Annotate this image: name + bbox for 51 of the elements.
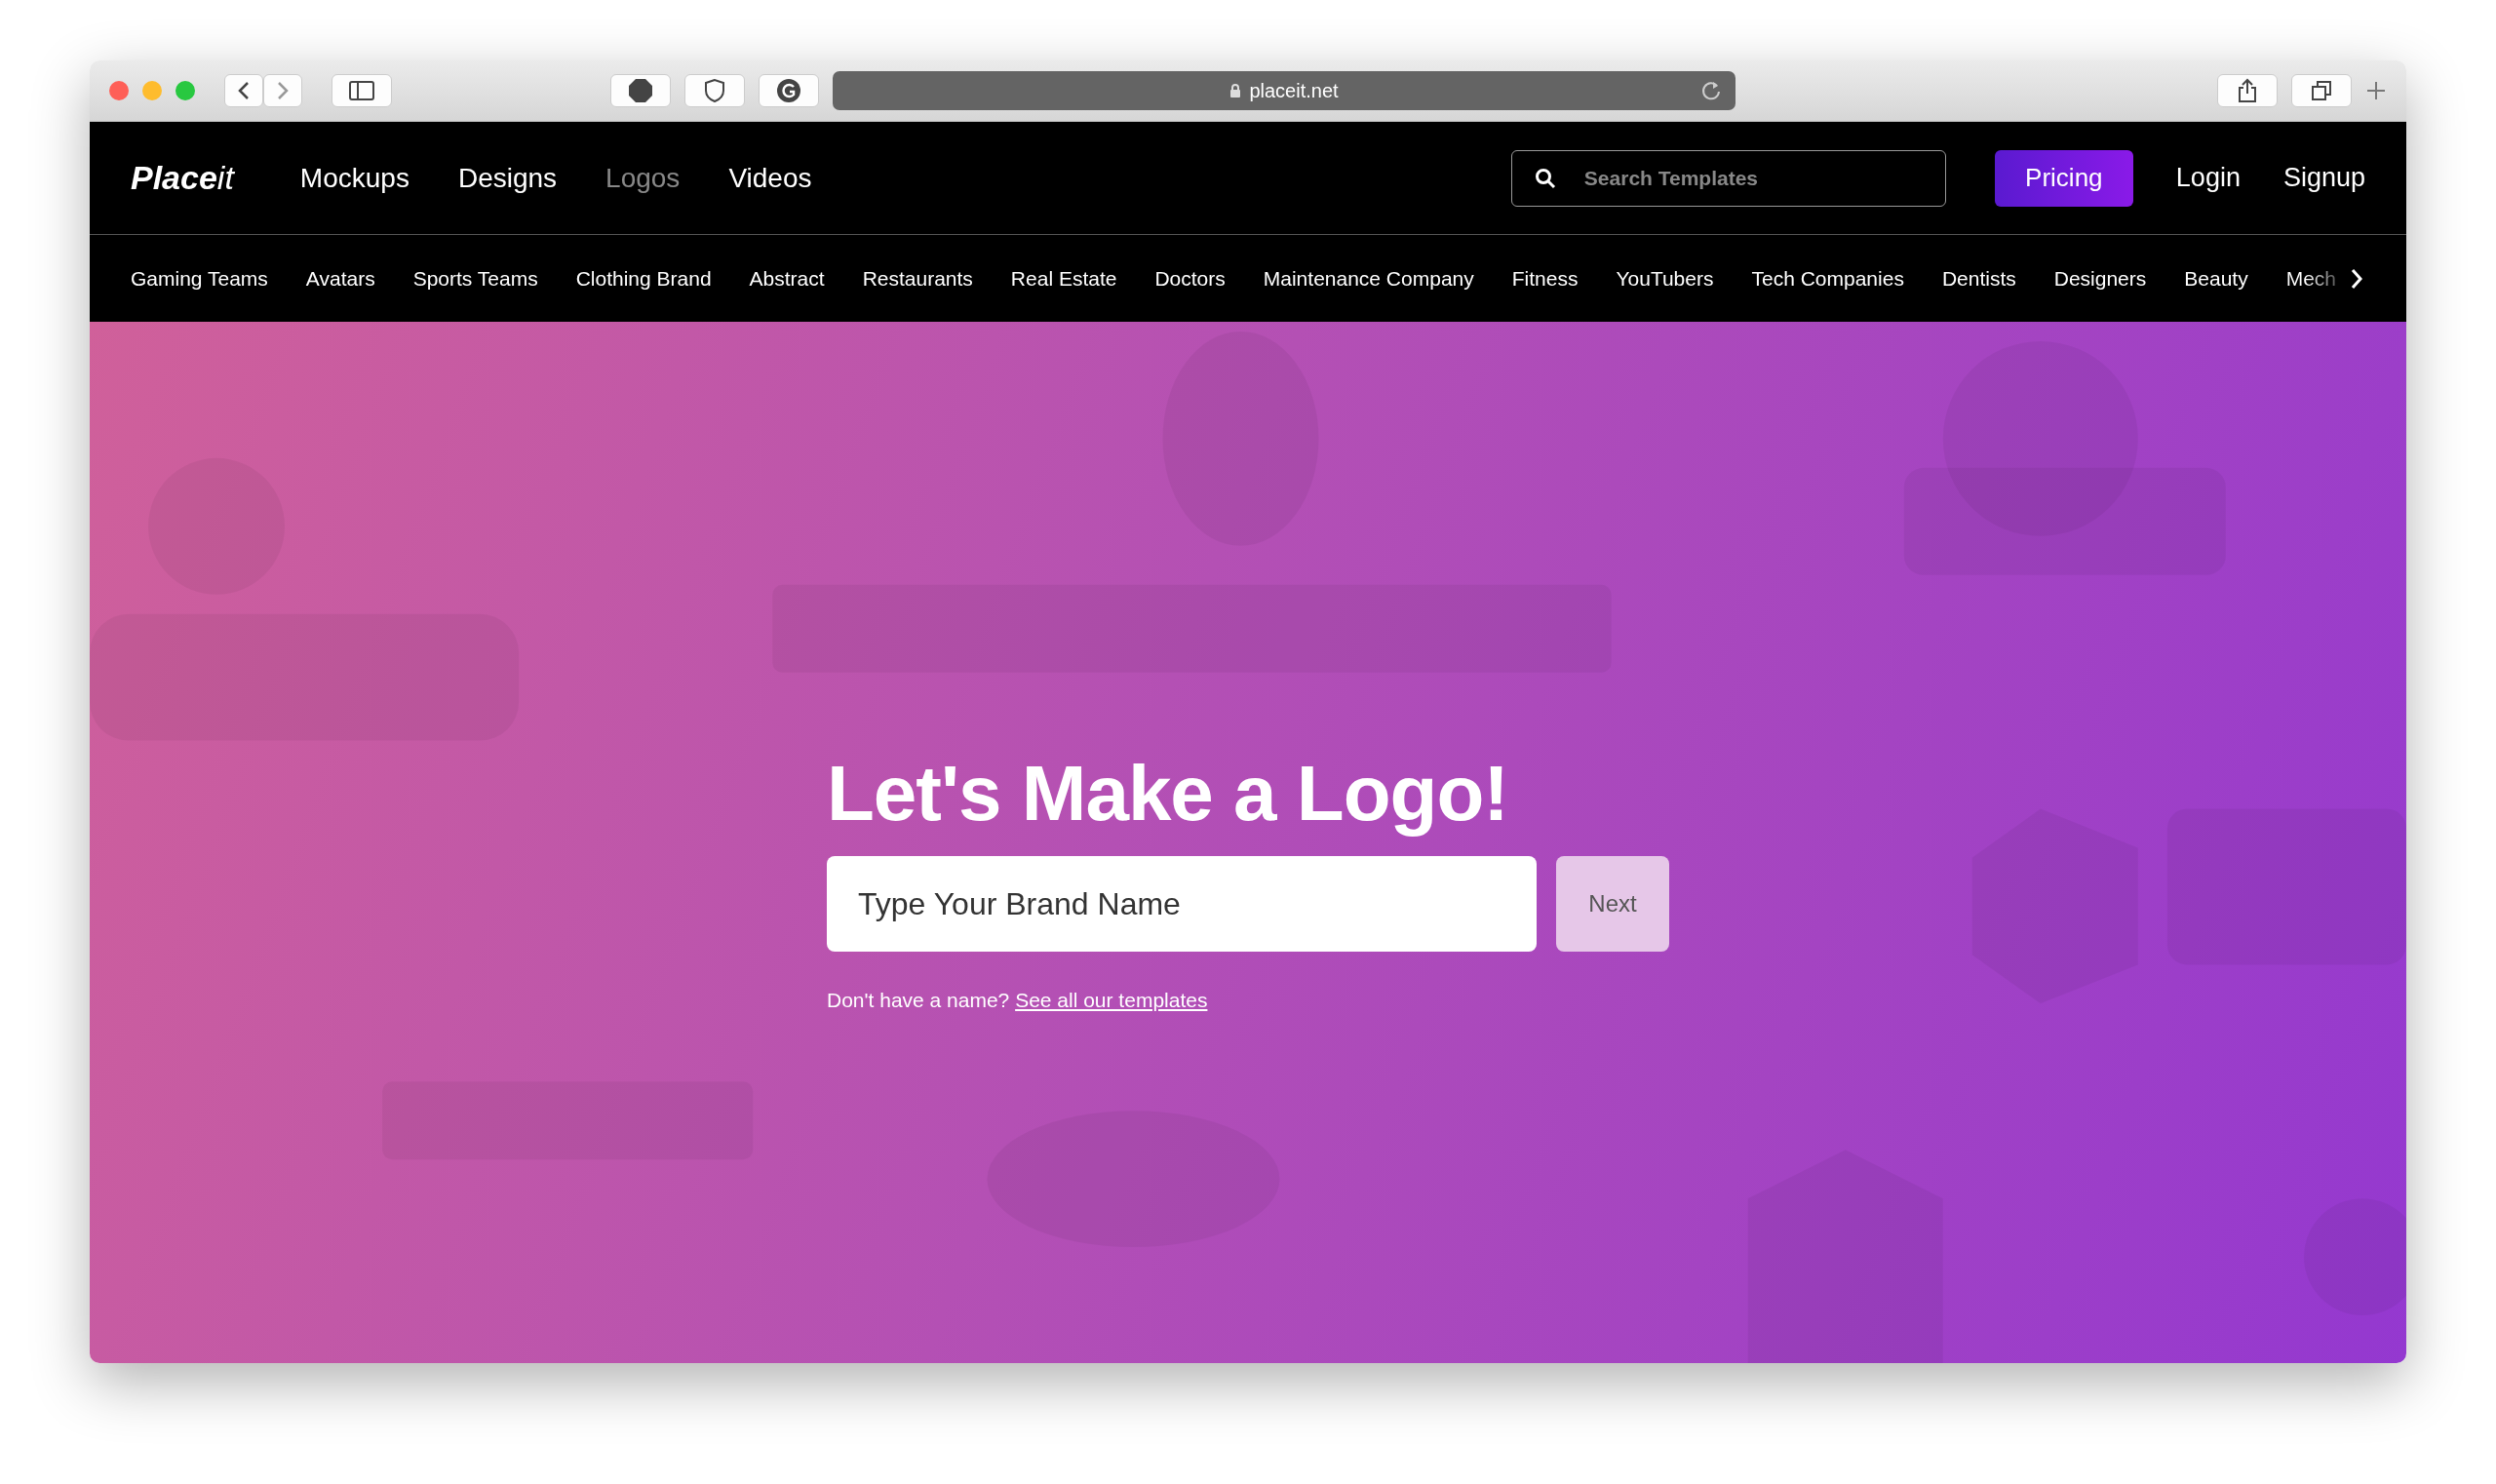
nav-link[interactable]: Designs — [457, 157, 558, 199]
nav-link[interactable]: Mockups — [299, 157, 410, 199]
new-tab-icon[interactable] — [2365, 80, 2387, 101]
shield-icon — [703, 78, 726, 103]
shield-button[interactable] — [684, 74, 745, 107]
category-link[interactable]: Real Estate — [1010, 262, 1117, 294]
category-link[interactable]: Beauty — [2184, 262, 2248, 294]
address-bar[interactable]: placeit.net — [833, 71, 1736, 110]
templates-link[interactable]: See all our templates — [1015, 989, 1208, 1011]
category-link[interactable]: Abstract — [749, 262, 825, 294]
category-link[interactable]: Gaming Teams — [131, 262, 268, 294]
category-link[interactable]: Designers — [2053, 262, 2147, 294]
category-link[interactable]: Restaurants — [862, 262, 973, 294]
close-dot[interactable] — [109, 81, 129, 100]
category-link[interactable]: Maintenance Company — [1263, 262, 1474, 294]
forward-icon — [276, 81, 290, 100]
sidebar-button[interactable] — [332, 74, 392, 107]
search-icon — [1534, 167, 1556, 189]
reload-icon[interactable] — [1700, 80, 1722, 101]
login-link[interactable]: Login — [2175, 158, 2241, 198]
pricing-button[interactable]: Pricing — [1994, 149, 2133, 207]
back-icon — [237, 81, 251, 100]
category-link[interactable]: Dentists — [1941, 262, 2016, 294]
brand-name-field[interactable]: Type Your Brand Name — [827, 856, 1537, 952]
nav-link[interactable]: Logos — [605, 157, 681, 199]
signup-link[interactable]: Signup — [2282, 158, 2365, 198]
category-link[interactable]: Fitness — [1511, 262, 1579, 294]
chevron-right-icon[interactable] — [2350, 266, 2364, 291]
category-link[interactable]: Clothing Brand — [575, 262, 712, 294]
category-link[interactable]: YouTubers — [1616, 262, 1714, 294]
logo[interactable]: Placeit — [131, 153, 234, 203]
share-button[interactable] — [2217, 74, 2278, 107]
stop-sign-icon — [628, 78, 653, 103]
lock-icon — [1229, 83, 1242, 98]
hint-text: Don't have a name? — [827, 989, 1011, 1011]
zoom-dot[interactable] — [176, 81, 195, 100]
category-link[interactable]: Doctors — [1154, 262, 1226, 294]
back-button[interactable] — [224, 74, 263, 107]
category-link[interactable]: Avatars — [305, 262, 375, 294]
minimize-dot[interactable] — [142, 81, 162, 100]
hero-title: Let's Make a Logo! — [827, 749, 1509, 839]
share-icon — [2238, 78, 2257, 103]
grammar-button[interactable] — [759, 74, 819, 107]
category-link[interactable]: Tech Companies — [1751, 262, 1904, 294]
sidebar-icon — [349, 81, 374, 100]
category-link[interactable]: Sports Teams — [412, 262, 538, 294]
nav-link[interactable]: Videos — [728, 157, 812, 199]
tabs-icon — [2311, 80, 2332, 101]
adblock-button[interactable] — [610, 74, 671, 107]
search-field[interactable]: Search Templates — [1510, 149, 1946, 207]
tabs-button[interactable] — [2291, 74, 2352, 107]
